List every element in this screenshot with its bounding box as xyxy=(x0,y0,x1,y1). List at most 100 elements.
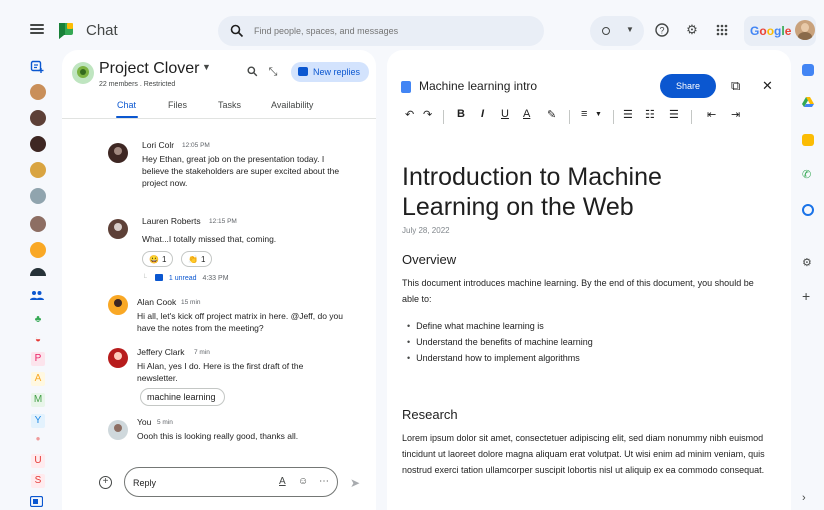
italic-icon[interactable]: I xyxy=(481,108,484,120)
send-icon[interactable]: ➤ xyxy=(350,476,360,490)
increase-indent-icon[interactable]: ⇥ xyxy=(731,108,740,121)
share-button[interactable]: Share xyxy=(660,74,716,98)
account-avatar[interactable] xyxy=(795,20,815,40)
collapse-icon[interactable]: ⤡ xyxy=(266,66,280,80)
avatar[interactable] xyxy=(108,143,128,163)
rail-avatar[interactable] xyxy=(30,136,46,152)
avatar[interactable] xyxy=(108,348,128,368)
rail-space-u[interactable]: U xyxy=(31,454,45,468)
status-selector[interactable]: ▼ xyxy=(590,16,644,46)
document-heading: Introduction to Machine Learning on the … xyxy=(402,163,662,221)
calendar-icon[interactable] xyxy=(802,64,814,76)
document-title[interactable]: Machine learning intro xyxy=(419,79,537,93)
hamburger-menu-icon[interactable] xyxy=(30,24,44,34)
add-ons-icon[interactable]: ⚙ xyxy=(802,256,814,269)
chevron-right-icon[interactable]: › xyxy=(802,492,814,504)
list-item: Understand the benefits of machine learn… xyxy=(407,334,593,350)
checklist-icon[interactable]: ☰ xyxy=(623,108,633,121)
emoji-reaction[interactable]: 👏 1 xyxy=(181,251,213,267)
google-logo: Google xyxy=(750,24,792,38)
new-chat-icon[interactable] xyxy=(30,60,46,76)
rail-space-s[interactable]: S xyxy=(31,474,45,488)
rail-space-m[interactable]: M xyxy=(31,393,45,407)
list-item: Understand how to implement algorithms xyxy=(407,350,593,366)
align-icon[interactable]: ≡ xyxy=(581,108,587,120)
meet-video-icon[interactable] xyxy=(29,495,46,510)
add-attachment-icon[interactable]: + xyxy=(99,476,112,489)
keep-icon[interactable] xyxy=(802,134,814,146)
settings-gear-icon[interactable]: ⚙ xyxy=(684,22,700,38)
bulleted-list-icon[interactable]: ☷ xyxy=(645,108,655,121)
tab-chat[interactable]: Chat xyxy=(117,100,136,110)
watermelon-space-icon[interactable]: ◒ xyxy=(30,334,46,350)
chevron-down-icon: ▼ xyxy=(626,25,634,34)
avatar[interactable] xyxy=(108,420,128,440)
new-replies-button[interactable]: New replies xyxy=(291,62,369,82)
undo-icon[interactable]: ↶ xyxy=(405,108,414,121)
close-icon[interactable]: ✕ xyxy=(762,78,773,94)
decrease-indent-icon[interactable]: ⇤ xyxy=(707,108,716,121)
text-color-icon[interactable]: A xyxy=(523,108,530,120)
numbered-list-icon[interactable]: ☰ xyxy=(669,108,679,121)
rail-space-a[interactable]: A xyxy=(31,372,45,386)
thread-icon xyxy=(298,67,308,76)
thread-connector-icon: └ xyxy=(142,275,149,282)
search-icon[interactable] xyxy=(230,24,244,38)
message-sender: Jeffery Clark xyxy=(137,347,185,357)
rail-space-icon[interactable]: ● xyxy=(30,434,46,450)
search-icon[interactable] xyxy=(245,66,259,80)
top-bar: Chat ▼ ? ⚙ Google xyxy=(0,0,824,56)
avatar[interactable] xyxy=(108,295,128,315)
highlight-icon[interactable]: ✎ xyxy=(547,108,556,121)
avatar[interactable] xyxy=(108,219,128,239)
rail-avatar[interactable] xyxy=(30,162,46,178)
underline-icon[interactable]: U xyxy=(501,108,509,120)
search-bar[interactable] xyxy=(218,16,544,46)
tab-files[interactable]: Files xyxy=(168,100,187,110)
doc-attachment-chip[interactable]: machine learning xyxy=(140,388,537,449)
emoji-icon[interactable]: ☺ xyxy=(298,476,308,487)
bold-icon[interactable]: B xyxy=(457,108,465,120)
rail-avatar[interactable] xyxy=(30,84,46,100)
left-rail: ♣ ◒ P A M Y ● U S xyxy=(22,56,56,510)
rail-avatar[interactable] xyxy=(30,268,46,276)
text-format-icon[interactable]: A xyxy=(279,476,286,487)
message-composer[interactable]: A ☺ ⋯ xyxy=(124,467,338,497)
divider xyxy=(691,110,692,124)
chat-panel: Project Clover ▼ 22 members . Restricted… xyxy=(62,50,537,510)
rail-avatar[interactable] xyxy=(30,216,46,232)
phone-icon[interactable]: ✆ xyxy=(802,168,814,181)
tab-availability[interactable]: Availability xyxy=(271,100,313,110)
divider xyxy=(62,118,376,119)
reply-input[interactable] xyxy=(133,476,273,490)
rail-avatar[interactable] xyxy=(30,188,46,204)
clover-space-icon[interactable]: ♣ xyxy=(30,314,46,330)
rail-avatar[interactable] xyxy=(30,110,46,126)
drive-icon[interactable] xyxy=(802,96,814,108)
tasks-icon[interactable] xyxy=(802,204,814,216)
account-switcher[interactable]: Google xyxy=(744,16,816,46)
add-icon[interactable]: + xyxy=(802,289,814,303)
rail-space-y[interactable]: Y xyxy=(31,414,45,428)
objectives-list: Define what machine learning is Understa… xyxy=(407,318,593,366)
thread-summary[interactable]: └ 1 unread 4:33 PM xyxy=(142,274,229,282)
chevron-down-icon[interactable]: ▼ xyxy=(595,111,602,118)
chat-logo-icon[interactable] xyxy=(57,21,75,39)
chevron-down-icon[interactable]: ▼ xyxy=(202,62,211,72)
document-panel: Machine learning intro Share ⧉ ✕ ↶ ↷ B I… xyxy=(387,50,791,510)
rail-space-p[interactable]: P xyxy=(31,352,45,366)
list-item: Define what machine learning is xyxy=(407,318,593,334)
more-options-icon[interactable]: ⋯ xyxy=(319,476,329,487)
overview-paragraph: This document introduces machine learnin… xyxy=(402,278,754,304)
space-name[interactable]: Project Clover xyxy=(99,60,199,78)
search-input[interactable] xyxy=(254,23,524,39)
rail-avatar[interactable] xyxy=(30,242,46,258)
redo-icon[interactable]: ↷ xyxy=(423,108,432,121)
group-people-icon[interactable] xyxy=(30,290,46,306)
tab-tasks[interactable]: Tasks xyxy=(218,100,241,110)
status-dot-icon xyxy=(602,27,610,35)
apps-grid-icon[interactable] xyxy=(714,22,730,38)
help-icon[interactable]: ? xyxy=(654,22,670,38)
open-in-new-icon[interactable]: ⧉ xyxy=(731,78,740,94)
emoji-reaction[interactable]: 😀 1 xyxy=(142,251,174,267)
